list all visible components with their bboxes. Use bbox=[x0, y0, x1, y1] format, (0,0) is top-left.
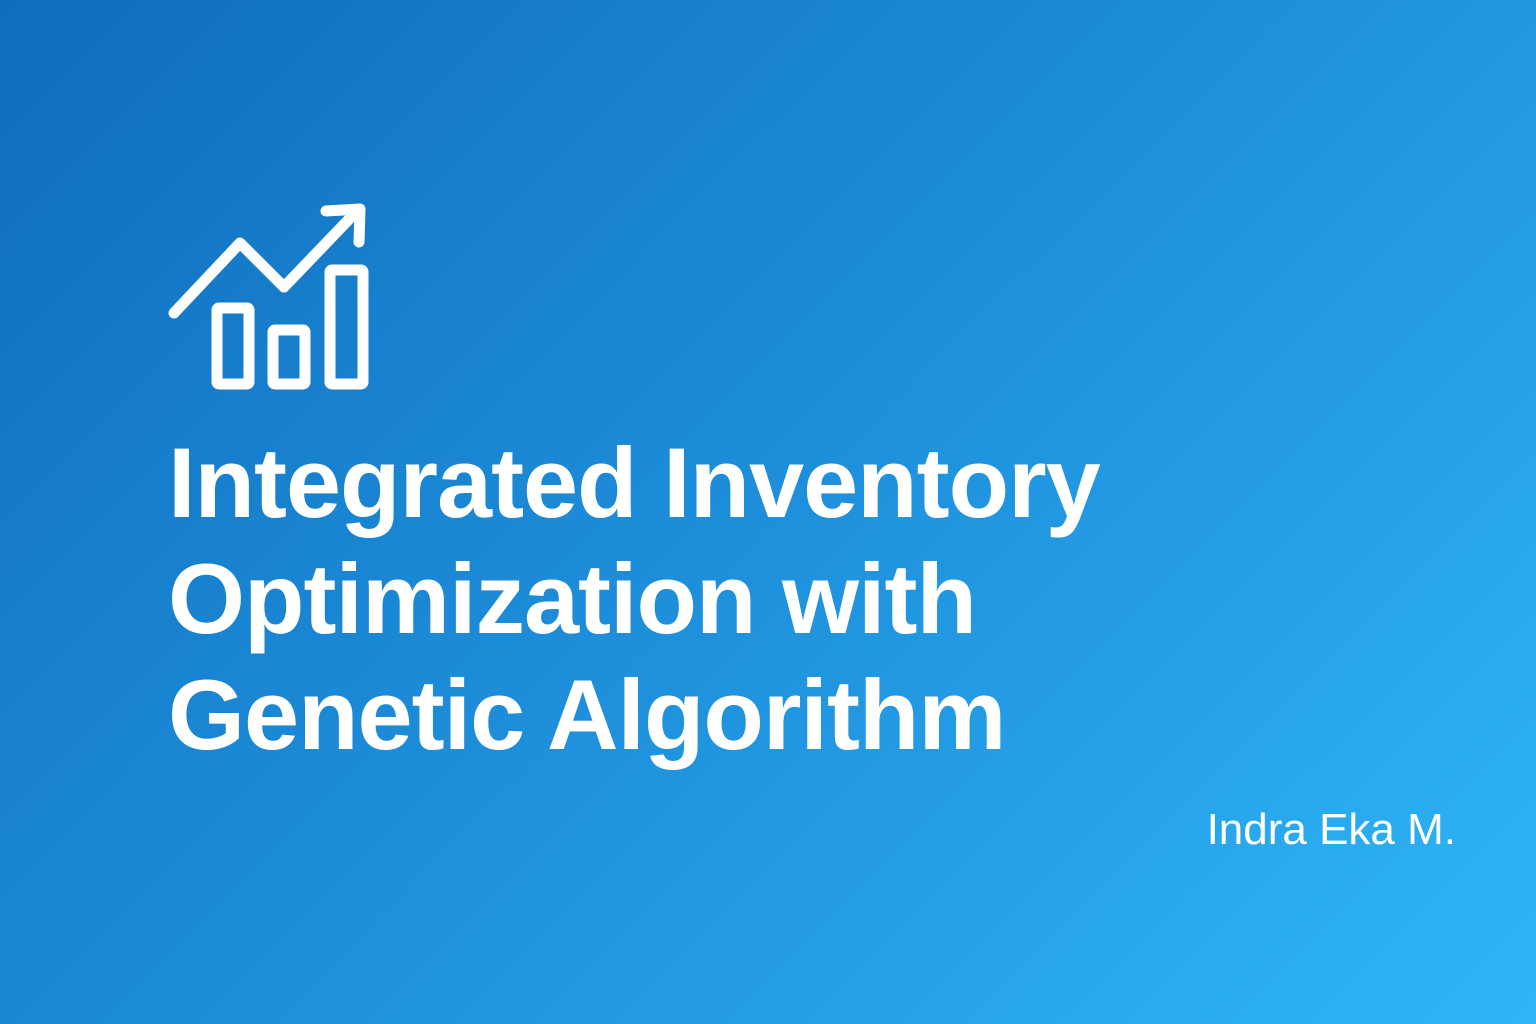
title-line: Optimization with bbox=[168, 543, 977, 654]
title-slide: Integrated Inventory Optimization with G… bbox=[0, 0, 1536, 1024]
title-line: Genetic Algorithm bbox=[168, 659, 1006, 770]
trending-bar-chart-icon bbox=[168, 203, 369, 390]
author-name: Indra Eka M. bbox=[1206, 805, 1456, 854]
title-line: Integrated Inventory bbox=[168, 427, 1101, 538]
slide-title: Integrated Inventory Optimization with G… bbox=[168, 425, 1101, 773]
